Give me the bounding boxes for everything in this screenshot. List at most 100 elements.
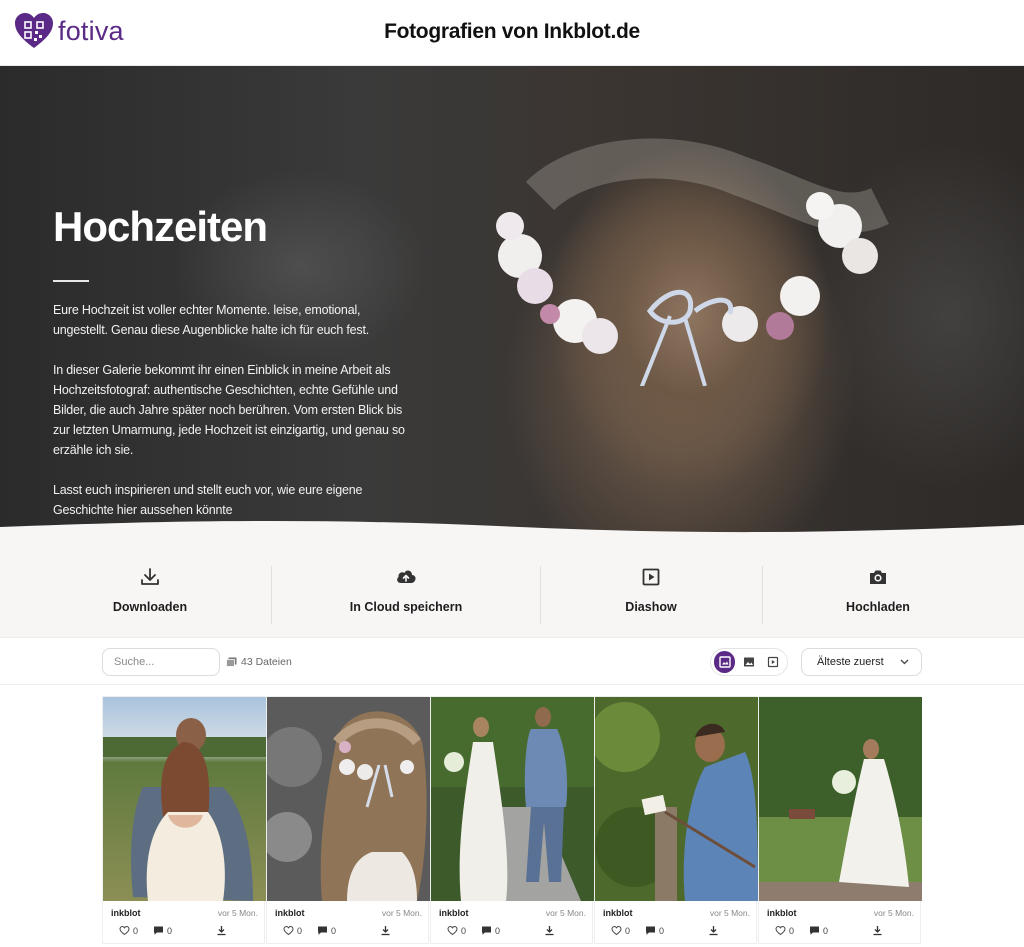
comment-button[interactable]: 0	[317, 925, 336, 936]
photo-age: vor 5 Mon.	[709, 908, 750, 918]
heart-icon	[283, 925, 294, 936]
like-count: 0	[133, 925, 139, 936]
chevron-down-icon	[900, 659, 909, 665]
download-icon[interactable]	[544, 925, 555, 936]
save-to-cloud-button[interactable]: In Cloud speichern	[306, 566, 506, 614]
download-icon[interactable]	[872, 925, 883, 936]
view-mode-toggle	[710, 648, 788, 676]
like-button[interactable]: 0	[447, 925, 466, 936]
action-separator	[540, 566, 541, 624]
comment-count: 0	[331, 925, 337, 936]
flower-crown-illustration	[496, 138, 889, 386]
photo-author: inkblot	[275, 908, 305, 918]
hero-title: Hochzeiten	[53, 203, 268, 250]
action-separator	[762, 566, 763, 624]
photo-meta: inkblot vor 5 Mon. 0 0	[267, 903, 430, 943]
photo-age: vor 5 Mon.	[217, 908, 258, 918]
heart-icon	[611, 925, 622, 936]
comment-count: 0	[659, 925, 665, 936]
like-count: 0	[461, 925, 467, 936]
hero-paragraph-3: Lasst euch inspirieren und stellt euch v…	[53, 483, 363, 517]
save-to-cloud-label: In Cloud speichern	[349, 600, 463, 614]
photo-age: vor 5 Mon.	[381, 908, 422, 918]
like-button[interactable]: 0	[119, 925, 138, 936]
photo-card[interactable]: inkblot vor 5 Mon. 0 0	[758, 696, 922, 944]
hero-paragraph-2: In dieser Galerie bekommt ihr einen Einb…	[53, 363, 405, 457]
hero-text: Hochzeiten Eure Hochzeit ist voller echt…	[53, 206, 413, 540]
comment-icon	[318, 926, 327, 935]
photo-thumbnail[interactable]	[103, 697, 266, 901]
camera-icon	[870, 570, 886, 584]
photo-meta: inkblot vor 5 Mon. 0 0	[595, 903, 758, 943]
download-action-label: Downloaden	[112, 600, 188, 614]
download-action-button[interactable]: Downloaden	[50, 566, 250, 614]
file-count-label: 43 Dateien	[241, 656, 292, 668]
photo-card[interactable]: inkblot vor 5 Mon. 0 0	[102, 696, 266, 944]
gallery-icon	[718, 656, 731, 668]
gallery-toolbar: 43 Dateien Älteste zuerst	[0, 639, 1024, 685]
comment-count: 0	[495, 925, 501, 936]
comment-icon	[154, 926, 163, 935]
slideshow-label: Diashow	[625, 600, 677, 614]
sort-dropdown[interactable]: Älteste zuerst	[801, 648, 922, 676]
photo-meta: inkblot vor 5 Mon. 0 0	[431, 903, 594, 943]
file-count: 43 Dateien	[226, 656, 292, 668]
like-count: 0	[625, 925, 631, 936]
upload-button[interactable]: Hochladen	[778, 566, 978, 614]
comment-button[interactable]: 0	[153, 925, 172, 936]
top-bar: fotiva Fotografien von Inkblot.de	[0, 0, 1024, 66]
comment-button[interactable]: 0	[481, 925, 500, 936]
photo-card[interactable]: inkblot vor 5 Mon. 0 0	[262, 696, 430, 944]
photo-card[interactable]: inkblot vor 5 Mon. 0 0	[430, 696, 594, 944]
video-icon	[768, 656, 779, 668]
like-button[interactable]: 0	[775, 925, 794, 936]
photo-thumbnail[interactable]	[431, 697, 594, 901]
heart-icon	[447, 925, 458, 936]
comment-button[interactable]: 0	[645, 925, 664, 936]
like-button[interactable]: 0	[283, 925, 302, 936]
like-button[interactable]: 0	[611, 925, 630, 936]
comment-count: 0	[823, 925, 829, 936]
download-icon	[141, 568, 159, 585]
hero-divider	[53, 280, 89, 282]
view-mode-gallery[interactable]	[714, 651, 736, 673]
download-icon[interactable]	[216, 925, 227, 936]
heart-icon	[775, 925, 786, 936]
comment-button[interactable]: 0	[809, 925, 828, 936]
photo-thumbnail[interactable]	[759, 697, 922, 901]
photo-meta: inkblot vor 5 Mon. 0 0	[759, 903, 922, 943]
photo-age: vor 5 Mon.	[545, 908, 586, 918]
slideshow-button[interactable]: Diashow	[551, 566, 751, 614]
photo-thumbnail[interactable]	[262, 697, 430, 901]
photo-thumbnail[interactable]	[590, 697, 758, 901]
files-icon	[226, 657, 237, 667]
heart-icon	[119, 925, 130, 936]
photo-card[interactable]: inkblot vor 5 Mon. 0 0	[590, 696, 758, 944]
play-square-icon	[642, 568, 660, 586]
photo-author: inkblot	[603, 908, 633, 918]
like-count: 0	[789, 925, 795, 936]
sort-value: Älteste zuerst	[817, 656, 884, 668]
photo-meta: inkblot vor 5 Mon. 0 0	[103, 903, 266, 943]
upload-label: Hochladen	[846, 600, 910, 614]
comment-icon	[646, 926, 655, 935]
photo-author: inkblot	[439, 908, 469, 918]
photo-author: inkblot	[767, 908, 797, 918]
comment-count: 0	[167, 925, 173, 936]
photo-age: vor 5 Mon.	[873, 908, 914, 918]
like-count: 0	[297, 925, 303, 936]
hero-paragraph-1: Eure Hochzeit ist voller echter Momente.…	[53, 303, 369, 337]
download-icon[interactable]	[380, 925, 391, 936]
comment-icon	[482, 926, 491, 935]
image-icon	[743, 657, 754, 667]
site-title: Fotografien von Inkblot.de	[384, 20, 640, 43]
photo-author: inkblot	[111, 908, 141, 918]
comment-icon	[810, 926, 819, 935]
photo-grid: inkblot vor 5 Mon. 0 0 inkblot vor 5 Mon…	[102, 696, 922, 947]
view-mode-videos[interactable]	[763, 651, 784, 673]
search-input[interactable]	[102, 648, 220, 676]
view-mode-images[interactable]	[738, 651, 759, 673]
hero-banner: Hochzeiten Eure Hochzeit ist voller echt…	[0, 66, 1024, 541]
action-bar: Downloaden In Cloud speichern Diashow Ho…	[0, 538, 1024, 638]
download-icon[interactable]	[708, 925, 719, 936]
